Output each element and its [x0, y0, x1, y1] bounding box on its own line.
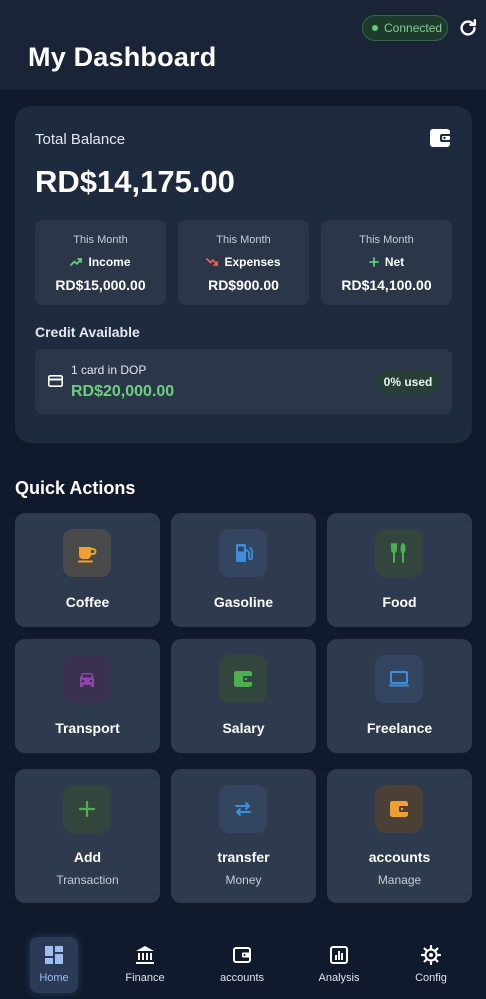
total-balance-amount: RD$14,175.00: [35, 164, 235, 199]
car-icon: [80, 673, 94, 687]
bottom-nav: Home Finance accounts Analysis Config: [0, 925, 486, 999]
quick-action-transfer-money[interactable]: transfer Money: [171, 769, 316, 903]
expenses-value: RD$900.00: [208, 277, 279, 293]
plus-icon: [368, 257, 379, 267]
stat-kind-row: Net: [321, 255, 452, 269]
cutlery-icon-wrap: [375, 529, 423, 577]
credit-used-badge: 0% used: [376, 370, 440, 394]
nav-item-home[interactable]: Home: [30, 937, 78, 993]
wallet-icon-wrap: [219, 655, 267, 703]
wallet-icon: [233, 947, 251, 963]
wallet-icon-wrap: [375, 785, 423, 833]
quick-action-label: transfer: [217, 849, 270, 865]
status-badge: Connected: [362, 15, 448, 41]
coffee-icon-wrap: [63, 529, 111, 577]
credit-card-summary[interactable]: 1 card in DOP RD$20,000.00 0% used: [35, 349, 452, 414]
gear-icon: [421, 945, 441, 965]
quick-actions-title: Quick Actions: [15, 478, 136, 498]
expenses-stat: This Month Expenses RD$900.00: [178, 220, 309, 305]
wallet-icon: [430, 129, 452, 147]
plus-icon: [78, 800, 96, 818]
chart-icon: [330, 946, 348, 964]
quick-action-label: Transport: [55, 720, 120, 736]
income-stat: This Month Income RD$15,000.00: [35, 220, 166, 305]
nav-label: Analysis: [318, 972, 360, 984]
quick-action-sublabel: Transaction: [56, 873, 119, 887]
laptop-icon-wrap: [375, 655, 423, 703]
coffee-icon: [78, 547, 97, 563]
stat-period: This Month: [73, 234, 128, 246]
stat-kind-label: Net: [384, 255, 405, 269]
credit-label: Credit Available: [35, 324, 140, 340]
quick-action-manage-accounts[interactable]: accounts Manage: [327, 769, 472, 903]
nav-label: accounts: [219, 972, 265, 984]
nav-item-finance[interactable]: Finance: [110, 937, 180, 993]
nav-item-accounts[interactable]: accounts: [207, 937, 277, 993]
transfer-icon-wrap: [219, 785, 267, 833]
quick-action-label: Gasoline: [213, 594, 274, 610]
quick-action-food[interactable]: Food: [327, 513, 472, 627]
app-header: My Dashboard Connected: [0, 0, 486, 90]
status-dot-icon: [372, 25, 378, 31]
credit-card-icon: [48, 375, 63, 387]
stat-period: This Month: [359, 234, 414, 246]
quick-action-label: accounts: [368, 849, 431, 865]
quick-action-label: Food: [382, 594, 417, 610]
quick-action-coffee[interactable]: Coffee: [15, 513, 160, 627]
quick-action-gasoline[interactable]: Gasoline: [171, 513, 316, 627]
quick-action-sublabel: Money: [225, 873, 262, 887]
stat-kind-label: Income: [88, 255, 131, 269]
nav-label: Finance: [125, 972, 165, 984]
status-text: Connected: [384, 21, 443, 35]
quick-action-label: Coffee: [65, 594, 110, 610]
quick-action-transport[interactable]: Transport: [15, 639, 160, 753]
income-value: RD$15,000.00: [55, 277, 146, 293]
refresh-icon[interactable]: [457, 17, 479, 39]
quick-action-sublabel: Manage: [377, 873, 422, 887]
quick-action-freelance[interactable]: Freelance: [327, 639, 472, 753]
transfer-icon: [235, 802, 251, 816]
nav-item-analysis[interactable]: Analysis: [304, 937, 374, 993]
nav-item-config[interactable]: Config: [396, 937, 466, 993]
nav-label: Config: [415, 972, 447, 984]
credit-amount: RD$20,000.00: [71, 383, 175, 400]
net-stat: This Month Net RD$14,100.00: [321, 220, 452, 305]
wallet-icon: [390, 801, 409, 817]
stat-kind-row: Income: [35, 255, 166, 269]
nav-label: Home: [39, 972, 69, 984]
quick-action-label: Add: [73, 849, 102, 865]
balance-card: Total Balance RD$14,175.00 This Month In…: [15, 106, 472, 443]
quick-action-label: Freelance: [366, 720, 433, 736]
balance-label: Total Balance: [35, 131, 126, 148]
wallet-icon: [234, 671, 253, 687]
plus-icon-wrap: [63, 785, 111, 833]
credit-cards-count: 1 card in DOP: [71, 363, 147, 377]
quick-action-label: Salary: [222, 720, 265, 736]
laptop-icon: [389, 671, 409, 687]
quick-action-add-transaction[interactable]: Add Transaction: [15, 769, 160, 903]
stat-kind-label: Expenses: [224, 255, 281, 269]
gas-pump-icon: [236, 544, 253, 562]
cutlery-icon: [391, 543, 406, 563]
trending-up-icon: [70, 258, 83, 266]
net-value: RD$14,100.00: [341, 277, 432, 293]
quick-action-salary[interactable]: Salary: [171, 639, 316, 753]
page-title: My Dashboard: [28, 42, 217, 72]
car-icon-wrap: [63, 655, 111, 703]
bank-icon: [136, 946, 154, 964]
stat-kind-row: Expenses: [178, 255, 309, 269]
trending-down-icon: [206, 258, 219, 266]
stat-period: This Month: [216, 234, 271, 246]
gas-pump-icon-wrap: [219, 529, 267, 577]
dashboard-icon: [45, 946, 63, 964]
